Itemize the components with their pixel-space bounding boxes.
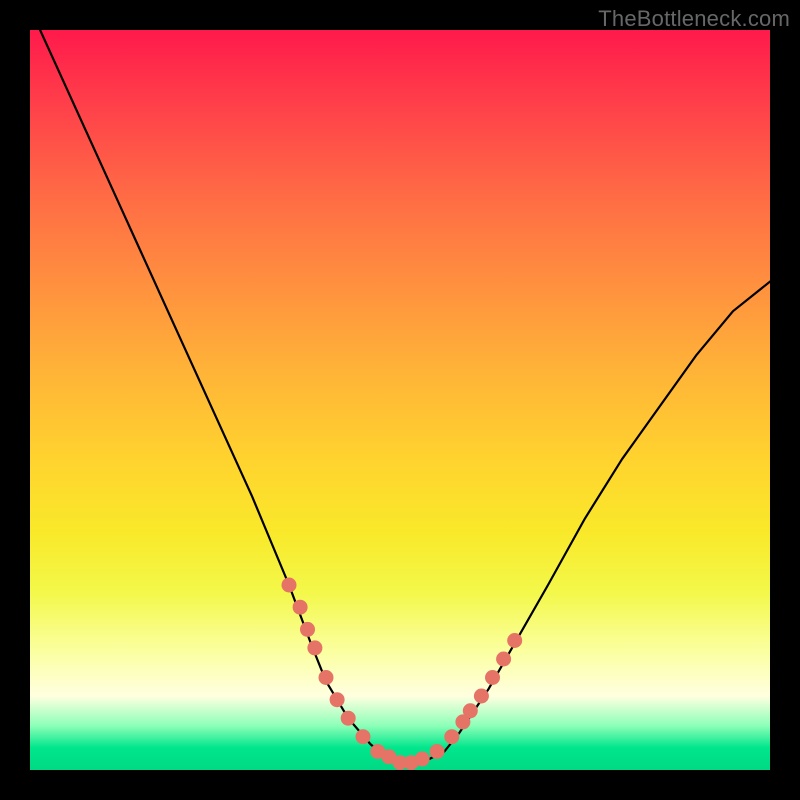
marker-dot: [330, 692, 345, 707]
marker-dot: [463, 703, 478, 718]
plot-area: [30, 30, 770, 770]
chart-svg: [30, 30, 770, 770]
marker-dot: [444, 729, 459, 744]
marker-dot: [282, 578, 297, 593]
marker-dot: [341, 711, 356, 726]
watermark-text: TheBottleneck.com: [598, 6, 790, 32]
marker-dot: [300, 622, 315, 637]
marker-dot: [293, 600, 308, 615]
marker-dot: [485, 670, 500, 685]
marker-dot: [307, 640, 322, 655]
marker-dot: [356, 729, 371, 744]
chart-frame: TheBottleneck.com: [0, 0, 800, 800]
marker-dot: [415, 751, 430, 766]
marker-dot: [474, 689, 489, 704]
marker-dot: [430, 744, 445, 759]
marker-dot: [319, 670, 334, 685]
marker-dot: [507, 633, 522, 648]
marker-dot: [496, 652, 511, 667]
bottleneck-curve: [30, 30, 770, 763]
marker-dots-group: [282, 578, 523, 771]
